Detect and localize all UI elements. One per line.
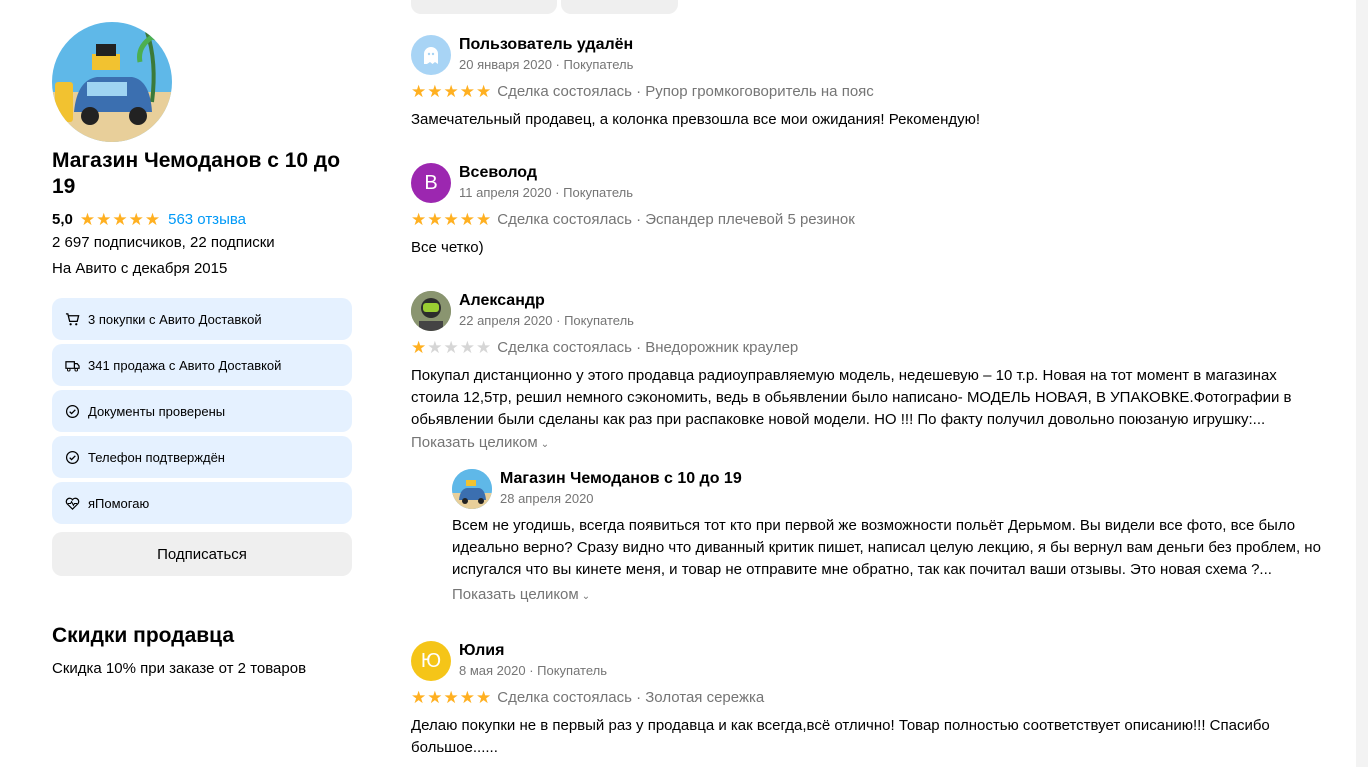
- avatar-letter: В: [424, 171, 438, 194]
- badge-label: Телефон подтверждён: [88, 449, 225, 465]
- star-filled-icon: ★: [476, 688, 492, 707]
- star-filled-icon: ★: [411, 338, 427, 357]
- star-empty-icon: ★: [427, 338, 443, 357]
- seller-name: Магазин Чемоданов с 10 до 19: [52, 149, 341, 198]
- seller-reply-avatar[interactable]: [452, 469, 492, 509]
- star-filled-icon: ★: [411, 82, 427, 101]
- star-empty-icon: ★: [443, 338, 459, 357]
- star-filled-icon: ★: [443, 210, 459, 229]
- reply-author[interactable]: Магазин Чемоданов с 10 до 19: [500, 469, 742, 489]
- review-stars: ★ ★ ★ ★ ★: [411, 83, 491, 100]
- badge-label: яПомогаю: [88, 495, 150, 511]
- review-deal-text: Сделка состоялась · Рупор громкоговорите…: [497, 83, 874, 100]
- star-filled-icon: ★: [112, 209, 128, 229]
- review-deal: ★ ★ ★ ★ ★ Сделка состоялась · Эспандер плече…: [411, 211, 855, 228]
- badge-label: 3 покупки с Авито Доставкой: [88, 311, 262, 327]
- seller-since: На Авито с декабря 2015: [52, 260, 228, 277]
- badge-label: Документы проверены: [88, 403, 226, 419]
- star-empty-icon: ★: [476, 338, 492, 357]
- avatar-letter: Ю: [420, 649, 442, 672]
- seller-avatar[interactable]: [52, 22, 172, 142]
- badge-documents[interactable]: Документы проверены: [52, 390, 352, 432]
- star-filled-icon: ★: [96, 209, 112, 229]
- check-circle-icon: [64, 403, 80, 419]
- review-meta: 20 января 2020 · Покупатель: [459, 57, 634, 72]
- star-filled-icon: ★: [476, 82, 492, 101]
- review-meta: 11 апреля 2020 · Покупатель: [459, 185, 633, 200]
- show-full-button[interactable]: Показать целиком ⌄: [452, 586, 590, 603]
- star-filled-icon: ★: [476, 210, 492, 229]
- seller-rating: 5,0 ★ ★ ★ ★ ★ 563 отзыва: [52, 208, 246, 230]
- review-deal: ★ ★ ★ ★ ★ Сделка состоялась · Рупор громкого…: [411, 83, 874, 100]
- show-full-label: Показать целиком: [452, 586, 579, 603]
- star-filled-icon: ★: [459, 688, 475, 707]
- filter-chip[interactable]: [561, 0, 678, 14]
- cart-icon: [64, 311, 80, 327]
- reply-date: 28 апреля 2020: [500, 491, 594, 506]
- rating-stars: ★ ★ ★ ★ ★: [80, 211, 160, 228]
- rating-value: 5,0: [52, 210, 73, 228]
- review-deal-text: Сделка состоялась · Золотая сережка: [497, 689, 765, 706]
- review-meta: 22 апреля 2020 · Покупатель: [459, 313, 634, 328]
- star-empty-icon: ★: [459, 338, 475, 357]
- review-item: Александр 22 апреля 2020 · Покупатель ★ ★…: [411, 291, 1331, 461]
- badge-purchases[interactable]: 3 покупки с Авито Доставкой: [52, 298, 352, 340]
- show-full-label: Показать целиком: [411, 434, 538, 451]
- badge-charity[interactable]: яПомогаю: [52, 482, 352, 524]
- ghost-icon[interactable]: [411, 35, 451, 75]
- star-filled-icon: ★: [459, 82, 475, 101]
- show-full-button[interactable]: Показать целиком ⌄: [411, 434, 549, 451]
- scrollbar[interactable]: [1356, 0, 1368, 767]
- chevron-down-icon: ⌄: [540, 439, 550, 450]
- review-stars: ★ ★ ★ ★ ★: [411, 211, 491, 228]
- review-item: В Всеволод 11 апреля 2020 · Покупатель ★…: [411, 163, 1331, 263]
- star-filled-icon: ★: [411, 210, 427, 229]
- star-filled-icon: ★: [79, 209, 96, 229]
- review-meta: 8 мая 2020 · Покупатель: [459, 663, 607, 678]
- review-deal: ★ ★ ★ ★ ★ Сделка состоялась · Золотая сережк…: [411, 689, 764, 706]
- star-filled-icon: ★: [427, 82, 443, 101]
- heart-pulse-icon: [64, 495, 80, 511]
- discounts-title: Скидки продавца: [52, 624, 234, 647]
- review-text: Делаю покупки не в первый раз у продавца…: [411, 717, 1270, 756]
- review-author[interactable]: Юлия: [459, 641, 504, 661]
- review-stars: ★ ★ ★ ★ ★: [411, 689, 491, 706]
- reply-text: Всем не угодишь, всегда появиться тот кт…: [452, 517, 1321, 578]
- review-author[interactable]: Александр: [459, 291, 545, 311]
- avatar[interactable]: Ю: [411, 641, 451, 681]
- badge-label: 341 продажа с Авито Доставкой: [88, 357, 282, 373]
- star-filled-icon: ★: [459, 210, 475, 229]
- avatar[interactable]: [411, 291, 451, 331]
- review-stars: ★ ★ ★ ★ ★: [411, 339, 491, 356]
- review-text: Замечательный продавец, а колонка превзо…: [411, 111, 981, 128]
- review-item: Ю Юлия 8 мая 2020 · Покупатель ★ ★ ★ ★ ★ Сде…: [411, 641, 1331, 767]
- star-filled-icon: ★: [144, 209, 161, 229]
- avatar[interactable]: В: [411, 163, 451, 203]
- review-deal: ★ ★ ★ ★ ★ Сделка состоялась · Внедорожник кр…: [411, 339, 798, 356]
- star-filled-icon: ★: [443, 688, 459, 707]
- review-deal-text: Сделка состоялась · Внедорожник краулер: [497, 339, 799, 356]
- filter-chip[interactable]: [411, 0, 557, 14]
- star-filled-icon: ★: [128, 209, 144, 229]
- review-author[interactable]: Всеволод: [459, 163, 537, 183]
- review-author[interactable]: Пользователь удалён: [459, 35, 633, 55]
- review-text: Покупал дистанционно у этого продавца ра…: [411, 367, 1292, 428]
- reviews-count-link[interactable]: 563 отзыва: [168, 211, 246, 228]
- check-circle-icon: [64, 449, 80, 465]
- badge-sales[interactable]: 341 продажа с Авито Доставкой: [52, 344, 352, 386]
- star-filled-icon: ★: [411, 688, 427, 707]
- chevron-down-icon: ⌄: [581, 591, 591, 602]
- review-deal-text: Сделка состоялась · Эспандер плечевой 5 …: [497, 211, 855, 228]
- star-filled-icon: ★: [443, 82, 459, 101]
- review-item: Пользователь удалён 20 января 2020 · Пок…: [411, 35, 1331, 135]
- seller-reply: Магазин Чемоданов с 10 до 19 28 апреля 2…: [452, 469, 1332, 609]
- review-text: Все четко): [411, 239, 484, 256]
- subscribers-count: 2 697 подписчиков, 22 подписки: [52, 234, 275, 251]
- subscribe-button[interactable]: Подписаться: [52, 532, 352, 576]
- star-filled-icon: ★: [427, 688, 443, 707]
- badge-phone[interactable]: Телефон подтверждён: [52, 436, 352, 478]
- discounts-text: Скидка 10% при заказе от 2 товаров: [52, 660, 307, 677]
- star-filled-icon: ★: [427, 210, 443, 229]
- truck-icon: [64, 357, 80, 373]
